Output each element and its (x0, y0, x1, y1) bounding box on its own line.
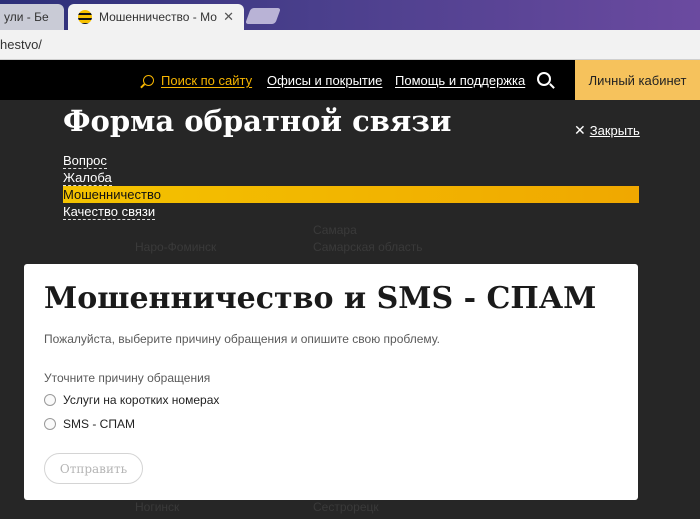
option-short-numbers[interactable]: Услуги на коротких номерах (44, 393, 219, 407)
submit-button[interactable]: Отправить (44, 453, 143, 484)
menu-item-complaint[interactable]: Жалоба (63, 169, 639, 186)
menu-item-label: Мошенничество (63, 187, 161, 202)
nav-help-link[interactable]: Помощь и поддержка (395, 73, 525, 88)
nav-offices-link[interactable]: Офисы и покрытие (267, 73, 382, 88)
close-label: Закрыть (589, 123, 640, 138)
close-icon: ✕ (574, 122, 586, 138)
browser-tab-title: ули - Бе (4, 10, 49, 24)
radio-button[interactable] (44, 418, 56, 430)
cabinet-button[interactable]: Личный кабинет (575, 60, 700, 100)
background-city: Наро-Фоминск (135, 240, 217, 254)
background-city: Ногинск (135, 500, 180, 514)
address-bar[interactable]: hestvo/ (0, 30, 700, 60)
menu-item-label: Качество связи (63, 204, 156, 220)
url-text: hestvo/ (0, 37, 42, 52)
option-label: SMS - СПАМ (63, 417, 135, 431)
browser-tab-active[interactable]: Мошенничество - Моб ✕ (68, 4, 244, 30)
background-city: Самарская область (313, 240, 423, 254)
close-button[interactable]: ✕ Закрыть (574, 122, 640, 139)
new-tab-button[interactable] (245, 8, 281, 24)
menu-item-fraud[interactable]: Мошенничество (63, 186, 639, 203)
search-icon[interactable] (537, 72, 551, 86)
browser-tab-title: Мошенничество - Моб (99, 10, 218, 24)
radio-button[interactable] (44, 394, 56, 406)
option-sms-spam[interactable]: SMS - СПАМ (44, 417, 135, 431)
reason-subtitle: Уточните причину обращения (44, 371, 211, 385)
form-title: Форма обратной связи (63, 104, 452, 138)
fraud-form-card: Мошенничество и SMS - СПАМ Пожалуйста, в… (24, 264, 638, 500)
browser-tabstrip: ули - Бе Мошенничество - Моб ✕ (0, 0, 700, 30)
menu-item-question[interactable]: Вопрос (63, 152, 639, 169)
browser-tab-inactive[interactable]: ули - Бе (0, 4, 64, 30)
feedback-menu: Вопрос Жалоба Мошенничество Качество свя… (63, 152, 639, 220)
card-description: Пожалуйста, выберите причину обращения и… (44, 332, 440, 346)
menu-item-quality[interactable]: Качество связи (63, 203, 639, 220)
search-icon (143, 75, 154, 86)
tab-close-icon[interactable]: ✕ (223, 9, 234, 25)
menu-item-label: Вопрос (63, 153, 107, 169)
nav-search-link[interactable]: Поиск по сайту (143, 73, 252, 88)
option-label: Услуги на коротких номерах (63, 393, 220, 407)
background-city: Сестрорецк (313, 500, 379, 514)
card-title: Мошенничество и SMS - СПАМ (44, 281, 597, 316)
beeline-favicon-icon (78, 10, 92, 24)
menu-item-label: Жалоба (63, 170, 112, 186)
nav-search-label: Поиск по сайту (161, 73, 253, 88)
background-city: Самара (313, 223, 357, 237)
